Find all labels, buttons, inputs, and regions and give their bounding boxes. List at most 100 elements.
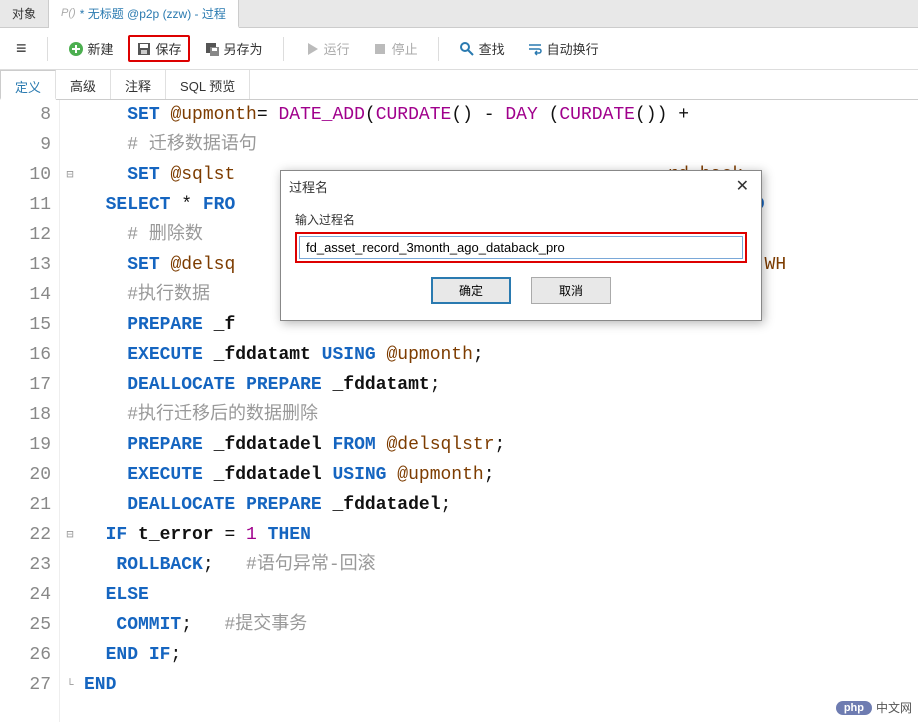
tab-procedure-label: * 无标题 @p2p (zzw) - 过程: [80, 5, 226, 22]
code-line[interactable]: DEALLOCATE PREPARE _fddatamt;: [84, 370, 918, 400]
dialog-input-wrap: [295, 232, 747, 263]
line-number: 25: [0, 610, 51, 640]
save-as-label: 另存为: [224, 39, 263, 58]
wrap-icon: [527, 41, 543, 57]
fold-marker[interactable]: └: [60, 670, 80, 700]
code-line[interactable]: DEALLOCATE PREPARE _fddatadel;: [84, 490, 918, 520]
line-number: 14: [0, 280, 51, 310]
line-number: 15: [0, 310, 51, 340]
fold-marker: [60, 280, 80, 310]
separator: [283, 37, 284, 61]
line-number: 19: [0, 430, 51, 460]
fold-marker: [60, 220, 80, 250]
new-label: 新建: [88, 39, 114, 58]
search-icon: [459, 41, 475, 57]
fold-marker: [60, 100, 80, 130]
code-line[interactable]: #执行迁移后的数据删除: [84, 400, 918, 430]
fold-marker: [60, 130, 80, 160]
dialog-titlebar[interactable]: 过程名 ✕: [281, 171, 761, 201]
plus-icon: [68, 41, 84, 57]
tab-procedure[interactable]: P() * 无标题 @p2p (zzw) - 过程: [49, 0, 239, 28]
code-line[interactable]: END IF;: [84, 640, 918, 670]
line-number: 9: [0, 130, 51, 160]
subtab-bar: 定义 高级 注释 SQL 预览: [0, 70, 918, 100]
fold-marker: [60, 190, 80, 220]
code-line[interactable]: # 迁移数据语句: [84, 130, 918, 160]
line-number: 27: [0, 670, 51, 700]
wrap-button[interactable]: 自动换行: [519, 35, 607, 62]
new-button[interactable]: 新建: [60, 35, 122, 62]
code-line[interactable]: ELSE: [84, 580, 918, 610]
code-line[interactable]: PREPARE _fddatadel FROM @delsqlstr;: [84, 430, 918, 460]
line-number: 11: [0, 190, 51, 220]
dialog-label: 输入过程名: [295, 211, 747, 228]
code-line[interactable]: SET @upmonth= DATE_ADD(CURDATE() - DAY (…: [84, 100, 918, 130]
fold-marker: [60, 550, 80, 580]
subtab-comment[interactable]: 注释: [111, 70, 166, 99]
line-number: 10: [0, 160, 51, 190]
php-badge: php: [836, 701, 872, 715]
code-line[interactable]: COMMIT; #提交事务: [84, 610, 918, 640]
close-icon[interactable]: ✕: [732, 176, 753, 196]
fold-marker: [60, 640, 80, 670]
line-number: 18: [0, 400, 51, 430]
fold-marker: [60, 340, 80, 370]
line-number: 22: [0, 520, 51, 550]
cancel-button[interactable]: 取消: [531, 277, 611, 304]
line-number: 21: [0, 490, 51, 520]
separator: [47, 37, 48, 61]
separator: [438, 37, 439, 61]
tab-objects-label: 对象: [12, 5, 36, 22]
line-number: 26: [0, 640, 51, 670]
line-number: 17: [0, 370, 51, 400]
fold-marker: [60, 490, 80, 520]
procedure-icon: P(): [61, 7, 76, 19]
code-line[interactable]: ROLLBACK; #语句异常-回滚: [84, 550, 918, 580]
run-button[interactable]: 运行: [296, 35, 358, 62]
code-line[interactable]: EXECUTE _fddatadel USING @upmonth;: [84, 460, 918, 490]
code-line[interactable]: EXECUTE _fddatamt USING @upmonth;: [84, 340, 918, 370]
watermark-text: 中文网: [876, 699, 912, 716]
code-line[interactable]: IF t_error = 1 THEN: [84, 520, 918, 550]
save-as-button[interactable]: 另存为: [196, 35, 271, 62]
line-number: 13: [0, 250, 51, 280]
subtab-sql-preview[interactable]: SQL 预览: [166, 70, 250, 99]
fold-marker: [60, 610, 80, 640]
line-number: 20: [0, 460, 51, 490]
fold-marker: [60, 250, 80, 280]
run-label: 运行: [324, 39, 350, 58]
ok-button[interactable]: 确定: [431, 277, 511, 304]
stop-button[interactable]: 停止: [364, 35, 426, 62]
subtab-define[interactable]: 定义: [0, 70, 56, 100]
line-number: 24: [0, 580, 51, 610]
line-number: 8: [0, 100, 51, 130]
find-label: 查找: [479, 39, 505, 58]
fold-marker: [60, 460, 80, 490]
watermark: php 中文网: [836, 699, 912, 716]
find-button[interactable]: 查找: [451, 35, 513, 62]
fold-marker[interactable]: ⊟: [60, 520, 80, 550]
fold-marker[interactable]: ⊟: [60, 160, 80, 190]
code-line[interactable]: END: [84, 670, 918, 700]
stop-label: 停止: [392, 39, 418, 58]
dialog-buttons: 确定 取消: [295, 277, 747, 304]
save-button[interactable]: 保存: [128, 35, 190, 62]
toolbar: ≡ 新建 保存 另存为 运行 停止 查找 自动换行: [0, 28, 918, 70]
fold-marker: [60, 370, 80, 400]
save-label: 保存: [156, 39, 182, 58]
hamburger-icon[interactable]: ≡: [8, 34, 35, 63]
line-number: 12: [0, 220, 51, 250]
dialog-body: 输入过程名 确定 取消: [281, 201, 761, 320]
line-number: 23: [0, 550, 51, 580]
subtab-advanced[interactable]: 高级: [56, 70, 111, 99]
tab-objects[interactable]: 对象: [0, 0, 49, 27]
tab-bar: 对象 P() * 无标题 @p2p (zzw) - 过程: [0, 0, 918, 28]
fold-marker: [60, 430, 80, 460]
dialog-title: 过程名: [289, 177, 328, 196]
procedure-name-dialog: 过程名 ✕ 输入过程名 确定 取消: [280, 170, 762, 321]
fold-marker: [60, 400, 80, 430]
line-number-gutter: 89101112131415161718192021222324252627: [0, 100, 60, 722]
procedure-name-input[interactable]: [299, 236, 743, 259]
save-icon: [136, 41, 152, 57]
fold-marker: [60, 310, 80, 340]
